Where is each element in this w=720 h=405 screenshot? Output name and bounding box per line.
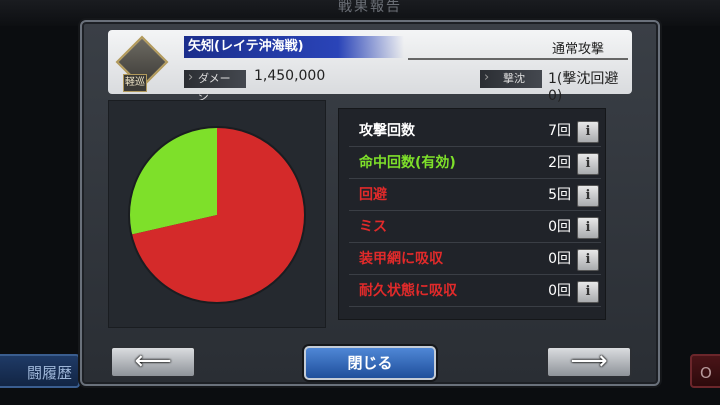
info-icon[interactable]: i [577, 281, 599, 303]
info-icon[interactable]: i [577, 121, 599, 143]
stat-label: 攻撃回数 [359, 123, 415, 139]
result-pie-chart [108, 100, 326, 328]
prev-button[interactable]: ⟵ [110, 346, 196, 378]
stat-label: 回避 [359, 187, 387, 203]
stat-value: 0回 [548, 219, 571, 235]
ship-header: 軽巡 矢矧(レイテ沖海戦) 通常攻撃 ダメージ 1,450,000 撃沈 1(撃… [108, 30, 632, 104]
info-icon[interactable]: i [577, 217, 599, 239]
pie-chart-svg [128, 126, 306, 304]
stat-value: 2回 [548, 155, 571, 171]
stat-label: 耐久状態に吸収 [359, 283, 457, 299]
stat-row-hits: 命中回数(有効) 2回 i [349, 147, 601, 179]
right-side-tab[interactable]: O [690, 354, 720, 388]
stat-row-attacks: 攻撃回数 7回 i [349, 115, 601, 147]
stat-row-miss: ミス 0回 i [349, 211, 601, 243]
stat-value: 0回 [548, 251, 571, 267]
stat-row-armor-absorb: 装甲網に吸収 0回 i [349, 243, 601, 275]
attack-type: 通常攻撃 [551, 42, 604, 57]
stat-label: 命中回数(有効) [359, 155, 456, 171]
close-button[interactable]: 閉じる [304, 346, 436, 380]
battle-result-dialog: 軽巡 矢矧(レイテ沖海戦) 通常攻撃 ダメージ 1,450,000 撃沈 1(撃… [80, 20, 660, 386]
stat-value: 7回 [548, 123, 571, 139]
sink-label: 撃沈 [480, 69, 542, 88]
info-icon[interactable]: i [577, 249, 599, 271]
damage-label: ダメージ [184, 69, 246, 103]
info-icon[interactable]: i [577, 153, 599, 175]
stat-value: 0回 [548, 283, 571, 299]
info-icon[interactable]: i [577, 185, 599, 207]
battle-history-tab[interactable]: 闘履歴 [0, 354, 80, 388]
ship-name: 矢矧(レイテ沖海戦) [188, 39, 304, 54]
stat-label: ミス [359, 219, 387, 235]
stat-row-durability-absorb: 耐久状態に吸収 0回 i [349, 275, 601, 307]
ship-class-badge: 軽巡 [123, 74, 147, 92]
damage-value: 1,450,000 [254, 68, 326, 84]
sink-value: 1(撃沈回避0) [548, 71, 619, 104]
next-button[interactable]: ⟶ [546, 346, 632, 378]
stat-value: 5回 [548, 187, 571, 203]
stat-row-evade: 回避 5回 i [349, 179, 601, 211]
stats-list: 攻撃回数 7回 i 命中回数(有効) 2回 i 回避 5回 i ミス 0回 i … [338, 108, 606, 320]
stat-label: 装甲網に吸収 [359, 251, 443, 267]
attack-type-underline [408, 58, 628, 60]
background-title: 戦果報告 [290, 0, 450, 20]
